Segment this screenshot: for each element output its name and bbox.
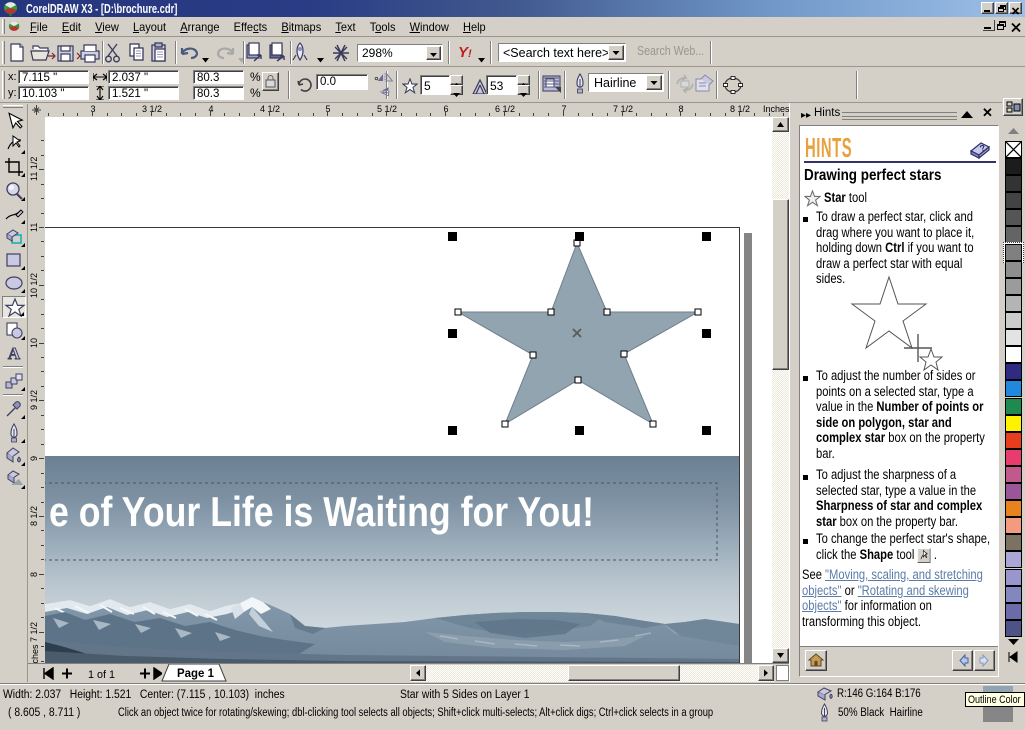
svg-text:e of Your Life is Waiting for: e of Your Life is Waiting for You!: [49, 488, 594, 535]
svg-text:Page 1: Page 1: [177, 666, 214, 680]
svg-text:1 of 1: 1 of 1: [88, 669, 115, 680]
svg-text:A: A: [8, 344, 21, 363]
